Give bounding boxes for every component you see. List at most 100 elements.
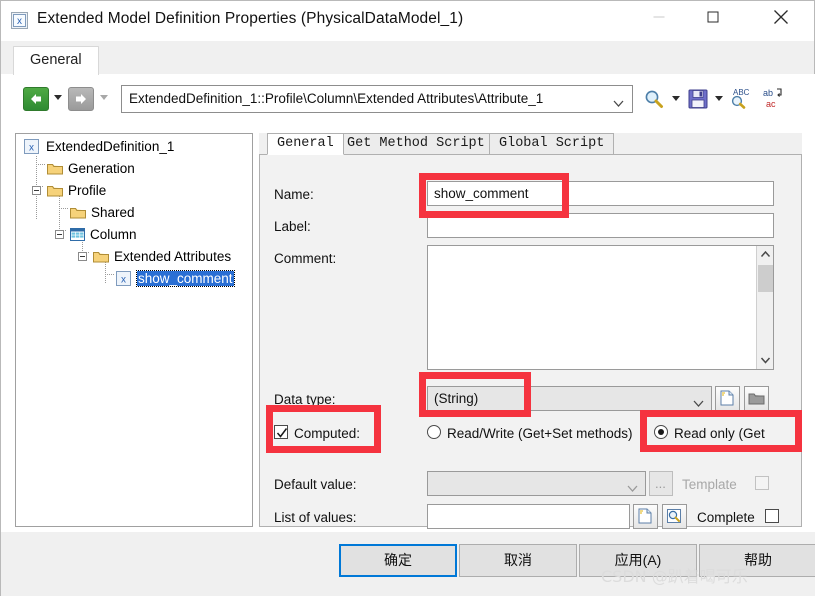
edit-datatype-button[interactable]: [715, 386, 740, 411]
folder-icon: [47, 162, 63, 178]
tree-connector: [105, 274, 115, 275]
tab-get-method-script-label: Get Method Script: [347, 136, 485, 151]
table-grid-icon: [70, 228, 85, 244]
tree-item-label: Shared: [91, 205, 135, 220]
back-dropdown-icon[interactable]: [54, 95, 62, 100]
maximize-icon: [707, 11, 719, 23]
browse-datatype-button[interactable]: [744, 386, 769, 411]
forward-button[interactable]: [68, 87, 94, 111]
watermark: CSDN @趴着喝可乐: [601, 567, 748, 586]
chevron-down-icon: [613, 95, 624, 107]
collapse-expander-icon[interactable]: [32, 186, 41, 195]
cancel-button-label: 取消: [504, 552, 532, 568]
forward-dropdown-icon[interactable]: [100, 95, 108, 100]
folder-icon: [70, 206, 86, 222]
browse-list-button[interactable]: [662, 504, 687, 529]
template-checkbox[interactable]: [755, 476, 769, 490]
save-button[interactable]: [687, 84, 711, 114]
comment-label: Comment:: [274, 251, 337, 266]
folder-icon: [47, 184, 63, 200]
find-button[interactable]: [642, 84, 668, 114]
tab-global-script-label: Global Script: [499, 136, 605, 151]
complete-checkbox[interactable]: [765, 509, 779, 523]
tree-connector: [59, 208, 69, 209]
spellcheck-abc-icon: ABC: [731, 88, 750, 109]
maximize-button[interactable]: [690, 1, 736, 33]
help-button-label: 帮助: [744, 552, 772, 568]
new-list-button[interactable]: [633, 504, 658, 529]
close-icon: [774, 10, 789, 25]
default-value-combobox[interactable]: [427, 471, 646, 496]
scroll-up-icon[interactable]: [757, 246, 774, 263]
label-label: Label:: [274, 219, 311, 234]
path-combobox[interactable]: ExtendedDefinition_1::Profile\Column\Ext…: [121, 85, 633, 113]
computed-highlight: [266, 405, 381, 453]
minimize-button[interactable]: [636, 1, 682, 33]
folder-open-icon: [748, 393, 765, 405]
svg-text:ABC: ABC: [733, 88, 750, 97]
scroll-thumb[interactable]: [758, 265, 773, 292]
folder-icon: [93, 250, 109, 266]
scroll-down-icon[interactable]: [757, 352, 774, 369]
cancel-button[interactable]: 取消: [459, 544, 577, 577]
default-value-browse-button[interactable]: ...: [649, 471, 673, 496]
dialog-window: x Extended Model Definition Properties (…: [0, 0, 815, 596]
collapse-expander-icon[interactable]: [55, 230, 64, 239]
tree-item-label: Profile: [68, 183, 107, 198]
chevron-down-icon: [627, 480, 638, 492]
save-floppy-icon: [688, 89, 708, 109]
comment-scrollbar[interactable]: [756, 246, 773, 369]
find-dropdown-icon[interactable]: [672, 96, 680, 101]
tab-global-script[interactable]: Global Script: [489, 133, 615, 155]
ok-button[interactable]: 确定: [339, 544, 457, 577]
preview-icon: [667, 509, 681, 523]
tab-general-outer-label: General: [30, 52, 82, 68]
inner-tab-strip: General Get Method Script Global Script: [259, 133, 802, 155]
new-document-icon: [720, 390, 734, 406]
svg-text:x: x: [121, 275, 126, 286]
name-label: Name:: [274, 187, 314, 202]
svg-text:ac: ac: [766, 99, 776, 109]
list-of-values-label: List of values:: [274, 510, 357, 525]
svg-text:x: x: [17, 16, 22, 27]
chevron-down-icon: [693, 395, 704, 407]
magnifier-icon: [645, 90, 663, 108]
template-label: Template: [682, 477, 737, 492]
ok-button-label: 确定: [384, 552, 412, 568]
tree-connector: [36, 164, 46, 165]
save-dropdown-icon[interactable]: [715, 96, 723, 101]
back-arrow-icon: [31, 94, 41, 104]
tree-item-label: Extended Attributes: [114, 249, 232, 264]
readwrite-radio[interactable]: [427, 425, 441, 439]
outer-tab-strip: General: [1, 41, 814, 75]
list-of-values-input[interactable]: [427, 504, 630, 529]
document-x-icon: x: [24, 139, 39, 157]
back-button[interactable]: [23, 87, 49, 111]
svg-text:ab: ab: [763, 88, 773, 98]
tree-item-label: Column: [90, 227, 137, 242]
object-tree[interactable]: x ExtendedDefinition_1 Generation Profil…: [15, 133, 253, 527]
complete-label: Complete: [697, 510, 755, 525]
close-button[interactable]: [758, 1, 804, 33]
name-field-highlight: [419, 173, 569, 218]
tree-item-label: ExtendedDefinition_1: [46, 139, 175, 154]
new-document-icon: [638, 508, 652, 524]
tree-item-label: Generation: [68, 161, 135, 176]
collapse-expander-icon[interactable]: [78, 252, 87, 261]
document-x-icon: x: [116, 271, 131, 289]
readwrite-label: Read/Write (Get+Set methods): [447, 426, 633, 441]
read-only-highlight: [640, 410, 802, 452]
spellcheck-button[interactable]: ABC: [729, 84, 755, 114]
tab-general-label: General: [277, 136, 334, 151]
replace-button[interactable]: ab ac: [761, 84, 787, 114]
title-bar: x Extended Model Definition Properties (…: [1, 1, 814, 41]
forward-arrow-icon: [76, 94, 86, 104]
tab-get-method-script[interactable]: Get Method Script: [337, 133, 495, 155]
tab-general[interactable]: General: [267, 133, 344, 155]
tree-item-label: show_comment: [136, 270, 235, 287]
minimize-icon: [653, 16, 665, 18]
tab-general-outer[interactable]: General: [13, 46, 99, 75]
data-type-highlight: [419, 372, 531, 417]
comment-textarea[interactable]: [427, 245, 774, 370]
svg-text:x: x: [29, 143, 34, 154]
